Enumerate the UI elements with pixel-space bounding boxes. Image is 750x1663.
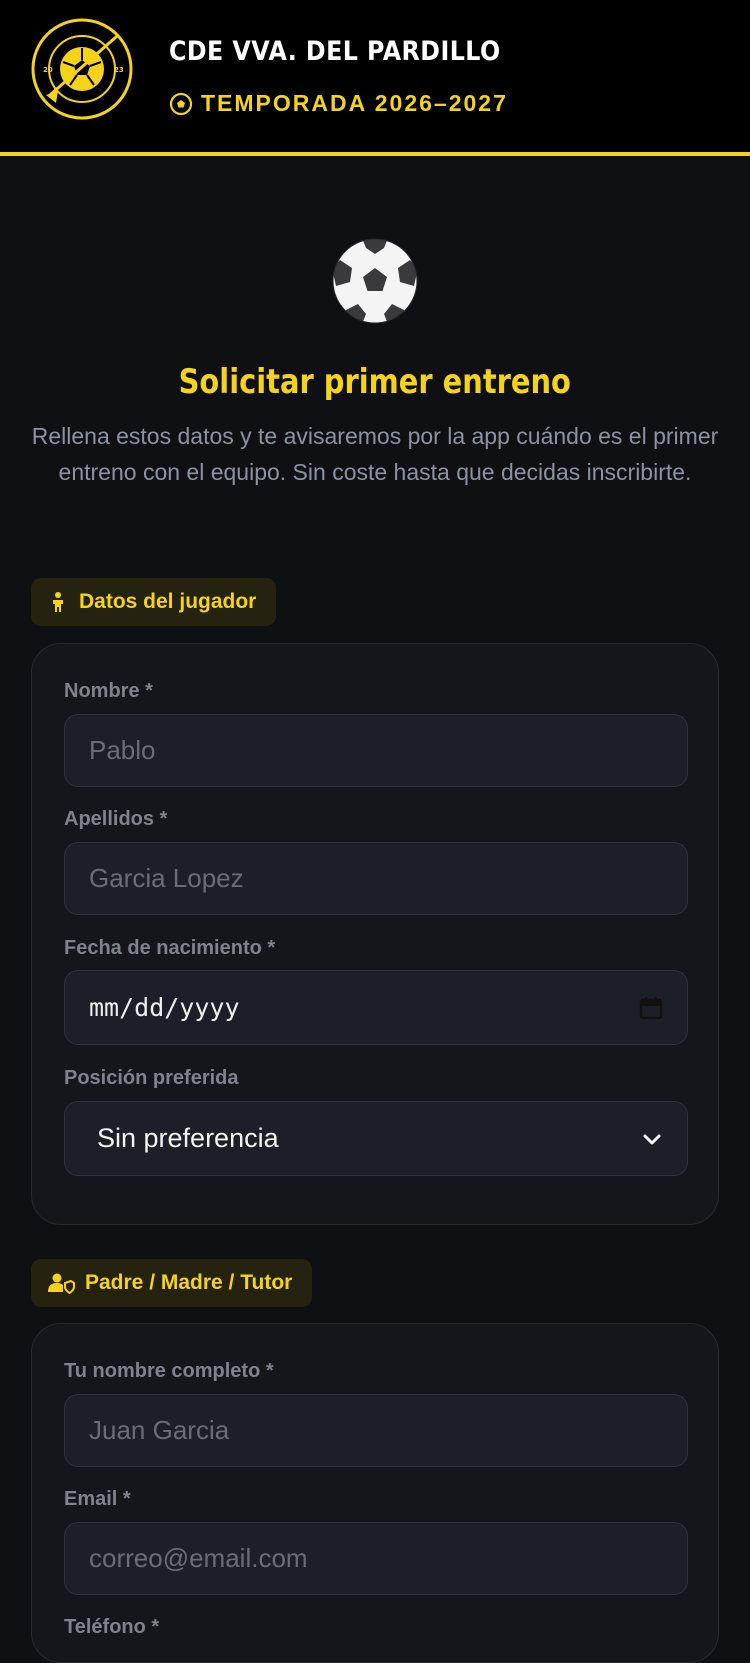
page-title: Solicitar primer entreno	[178, 362, 572, 402]
club-name: CDE VVA. DEL PARDILLO	[169, 36, 501, 67]
soccer-ball-icon	[169, 92, 193, 115]
guardian-card: Tu nombre completo * Juan Garcia Email *…	[31, 1323, 719, 1663]
chevron-down-icon	[643, 1134, 661, 1144]
player-card: Nombre * Pablo Apellidos * Garcia Lopez …	[31, 643, 719, 1225]
last-name-label: Apellidos *	[64, 808, 168, 830]
season-text: TEMPORADA 2026–2027	[201, 90, 508, 116]
birth-date-label: Fecha de nacimiento *	[64, 937, 276, 959]
guardian-name-input[interactable]: Juan Garcia	[64, 1394, 688, 1467]
svg-text:20: 20	[43, 66, 53, 74]
child-icon	[53, 592, 63, 612]
position-selected-value: Sin preferencia	[97, 1123, 279, 1153]
season-label: TEMPORADA 2026–2027	[169, 90, 508, 117]
section-chip-guardian: Padre / Madre / Tutor	[31, 1259, 313, 1307]
birth-date-placeholder: mm/dd/yyyy	[89, 993, 240, 1022]
intro-text: Rellena estos datos y te avisaremos por …	[31, 423, 719, 485]
section-chip-label: Padre / Madre / Tutor	[85, 1271, 293, 1294]
svg-text:23: 23	[114, 66, 124, 74]
email-input[interactable]: correo@email.com	[64, 1522, 688, 1595]
app-header: 20 23 CDE VVA. DEL PARDILLO TEMPORADA 20…	[0, 0, 750, 156]
club-crest-logo: 20 23	[31, 18, 133, 120]
first-name-input[interactable]: Pablo	[64, 714, 688, 787]
soccer-ball-icon	[332, 238, 418, 324]
position-select[interactable]: Sin preferencia	[64, 1101, 688, 1176]
email-label: Email *	[64, 1488, 131, 1510]
calendar-icon[interactable]	[639, 996, 663, 1020]
section-chip-player: Datos del jugador	[31, 578, 277, 626]
position-label: Posición preferida	[64, 1067, 239, 1089]
guardian-name-label: Tu nombre completo *	[64, 1360, 274, 1382]
first-name-label: Nombre *	[64, 680, 153, 702]
phone-label: Teléfono *	[64, 1616, 160, 1638]
user-shield-icon	[48, 1273, 75, 1294]
last-name-input[interactable]: Garcia Lopez	[64, 842, 688, 915]
section-chip-label: Datos del jugador	[79, 590, 257, 613]
birth-date-input[interactable]: mm/dd/yyyy	[64, 970, 688, 1045]
